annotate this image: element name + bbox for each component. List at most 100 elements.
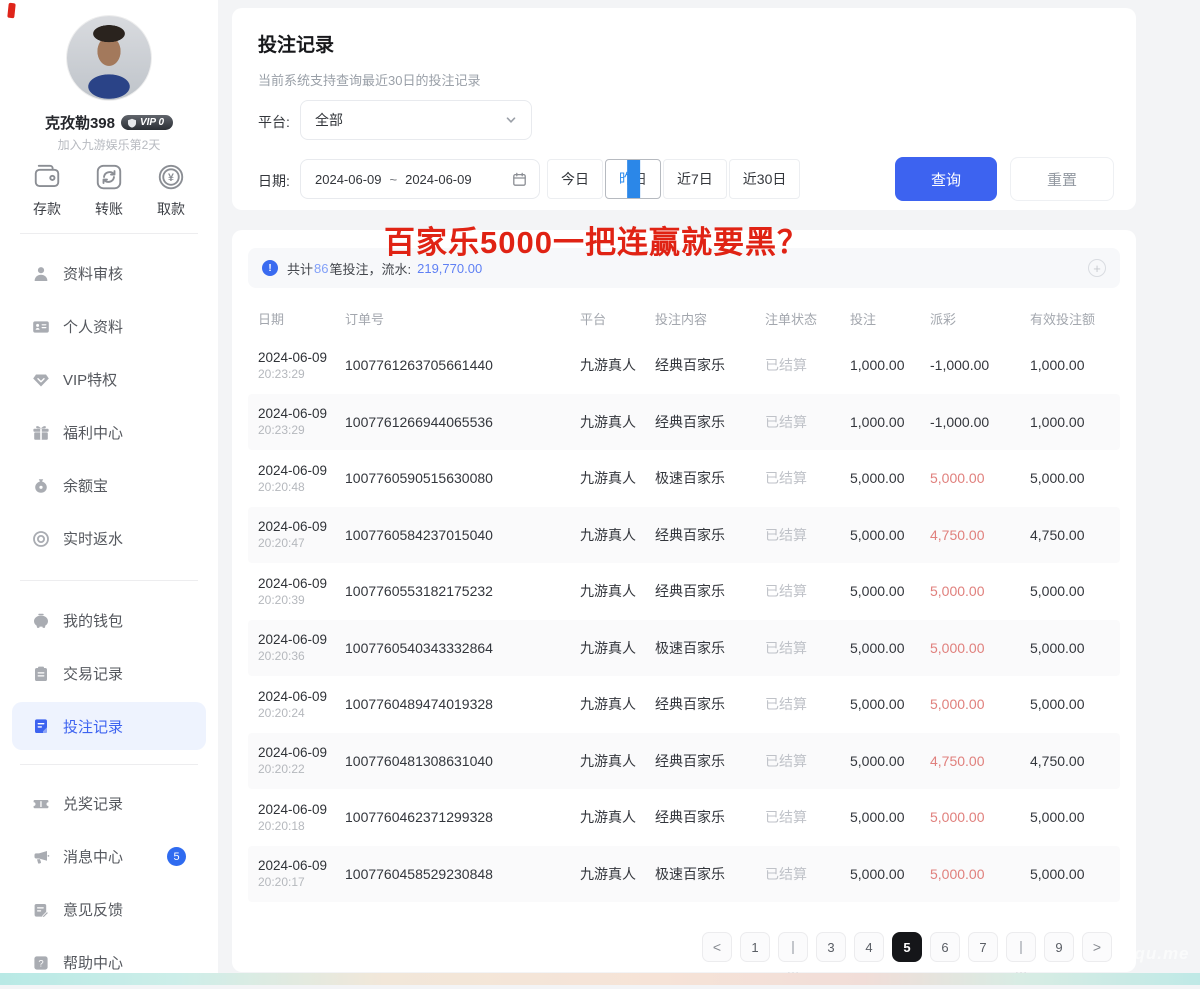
sidebar-item-transaction-records[interactable]: 交易记录 — [0, 647, 218, 700]
cell-platform: 九游真人 — [580, 694, 655, 714]
sidebar-item-message-center[interactable]: 消息中心 5 — [0, 830, 218, 883]
range-30days-button[interactable]: 近30日 — [729, 159, 801, 199]
cell-payout: 5,000.00 — [930, 470, 1030, 486]
sidebar-item-yuebao[interactable]: 余额宝 — [0, 459, 218, 512]
cell-date: 2024-06-09 20:20:48 — [248, 463, 345, 494]
date-separator: ~ — [390, 172, 398, 187]
sidebar-item-label: 帮助中心 — [63, 952, 123, 973]
cell-bet-content: 经典百家乐 — [655, 581, 765, 601]
info-icon: ! — [262, 260, 278, 276]
sidebar-item-realtime-rebate[interactable]: 实时返水 — [0, 512, 218, 565]
next-page-button[interactable]: > — [1082, 932, 1112, 962]
column-header: 派彩 — [930, 309, 1030, 328]
cell-valid-amount: 5,000.00 — [1030, 866, 1120, 882]
cell-order-number: 1007760584237015040 — [345, 527, 580, 543]
bet-time: 20:20:17 — [258, 875, 345, 889]
transfer-button[interactable]: 转账 — [94, 162, 124, 219]
bottom-gradient-strip — [0, 973, 1200, 985]
range-yesterday-button[interactable]: 昨 日 — [605, 159, 661, 199]
page-button-7[interactable]: 7 — [968, 932, 998, 962]
cell-status: 已结算 — [765, 525, 850, 545]
sidebar-item-label: 资料审核 — [63, 263, 123, 284]
sidebar-item-vip-privileges[interactable]: VIP特权 — [0, 353, 218, 406]
cell-payout: 4,750.00 — [930, 753, 1030, 769]
cell-payout: 4,750.00 — [930, 527, 1030, 543]
annotation-overlay-text: 百家乐5000一把连赢就要黑？ — [384, 217, 809, 262]
bet-time: 20:20:36 — [258, 649, 345, 663]
cell-bet-content: 极速百家乐 — [655, 864, 765, 884]
gift-icon — [32, 424, 50, 442]
diamond-icon — [32, 371, 50, 389]
page-button-3[interactable]: 3 — [816, 932, 846, 962]
ellipsis-bar — [1020, 941, 1022, 954]
cell-bet-content: 极速百家乐 — [655, 468, 765, 488]
search-button[interactable]: 查询 — [895, 157, 997, 201]
bet-date: 2024-06-09 — [258, 802, 345, 817]
prev-page-button[interactable]: < — [702, 932, 732, 962]
page-button-9[interactable]: 9 — [1044, 932, 1074, 962]
sidebar-item-label: 个人资料 — [63, 316, 123, 337]
range-7days-button[interactable]: 近7日 — [663, 159, 727, 199]
sidebar-item-profile-review[interactable]: 资料审核 — [0, 247, 218, 300]
cell-order-number: 1007760489474019328 — [345, 696, 580, 712]
cell-date: 2024-06-09 20:23:29 — [248, 350, 345, 381]
summary-prefix: 共计 — [287, 259, 313, 278]
watermark: equ.me — [1124, 944, 1190, 964]
sidebar-item-prize-records[interactable]: 兑奖记录 — [0, 777, 218, 830]
cell-date: 2024-06-09 20:20:39 — [248, 576, 345, 607]
cell-platform: 九游真人 — [580, 412, 655, 432]
sidebar-item-my-wallet[interactable]: 我的钱包 — [0, 594, 218, 647]
cell-valid-amount: 1,000.00 — [1030, 357, 1120, 373]
withdraw-button[interactable]: ¥ 取款 — [156, 162, 186, 219]
table-header-row: 日期 订单号 平台 投注内容 注单状态 投注 派彩 有效投注额 — [248, 299, 1120, 337]
bet-time: 20:23:29 — [258, 367, 345, 381]
cell-platform: 九游真人 — [580, 638, 655, 658]
platform-select[interactable]: 全部 — [300, 100, 532, 140]
vip-shield-icon — [127, 118, 137, 128]
filters-card: 投注记录 当前系统支持查询最近30日的投注记录 平台: 全部 日期: 2024-… — [232, 8, 1136, 210]
cell-date: 2024-06-09 20:20:17 — [248, 858, 345, 889]
page-button-5-active[interactable]: 5 — [892, 932, 922, 962]
sidebar-item-personal-info[interactable]: 个人资料 — [0, 300, 218, 353]
sidebar-item-betting-records-active[interactable]: 投注记录 — [12, 702, 206, 750]
deposit-button[interactable]: 存款 — [32, 162, 62, 219]
range-today-button[interactable]: 今日 — [547, 159, 603, 199]
reset-button[interactable]: 重置 — [1010, 157, 1114, 201]
sidebar-item-feedback[interactable]: 意见反馈 — [0, 883, 218, 936]
bet-date: 2024-06-09 — [258, 576, 345, 591]
cell-date: 2024-06-09 20:23:29 — [248, 406, 345, 437]
jump-next-ellipsis-button[interactable]: … — [1006, 932, 1036, 962]
column-header: 平台 — [580, 309, 655, 328]
table-row: 2024-06-09 20:23:29 1007761263705661440 … — [248, 337, 1120, 394]
sidebar-item-welfare-center[interactable]: 福利中心 — [0, 406, 218, 459]
cell-valid-amount: 5,000.00 — [1030, 696, 1120, 712]
text-selection-bar — [627, 160, 640, 198]
username: 克孜勒398 — [45, 112, 115, 133]
cell-bet-amount: 5,000.00 — [850, 527, 930, 543]
question-icon: ? — [32, 954, 50, 972]
jump-prev-ellipsis-button[interactable]: … — [778, 932, 808, 962]
plus-circle-icon[interactable]: + — [1088, 259, 1106, 277]
cell-bet-amount: 5,000.00 — [850, 753, 930, 769]
bet-date: 2024-06-09 — [258, 632, 345, 647]
cell-payout: -1,000.00 — [930, 414, 1030, 430]
table-row: 2024-06-09 20:20:47 1007760584237015040 … — [248, 507, 1120, 564]
page-button-4[interactable]: 4 — [854, 932, 884, 962]
date-range-picker[interactable]: 2024-06-09 ~ 2024-06-09 — [300, 159, 540, 199]
target-circle-icon — [32, 530, 50, 548]
ellipsis-bar — [792, 941, 794, 954]
page-button-1[interactable]: 1 — [740, 932, 770, 962]
cell-bet-content: 极速百家乐 — [655, 638, 765, 658]
clipboard-icon — [32, 665, 50, 683]
table-row: 2024-06-09 20:20:39 1007760553182175232 … — [248, 563, 1120, 620]
cell-status: 已结算 — [765, 694, 850, 714]
piggy-bank-icon — [32, 612, 50, 630]
message-count-badge: 5 — [167, 847, 186, 866]
table-row: 2024-06-09 20:20:24 1007760489474019328 … — [248, 676, 1120, 733]
quick-actions: 存款 转账 ¥ 取款 — [0, 162, 218, 219]
table-row: 2024-06-09 20:20:48 1007760590515630080 … — [248, 450, 1120, 507]
page-button-6[interactable]: 6 — [930, 932, 960, 962]
cell-payout: 5,000.00 — [930, 866, 1030, 882]
cell-bet-amount: 5,000.00 — [850, 809, 930, 825]
cell-bet-content: 经典百家乐 — [655, 525, 765, 545]
